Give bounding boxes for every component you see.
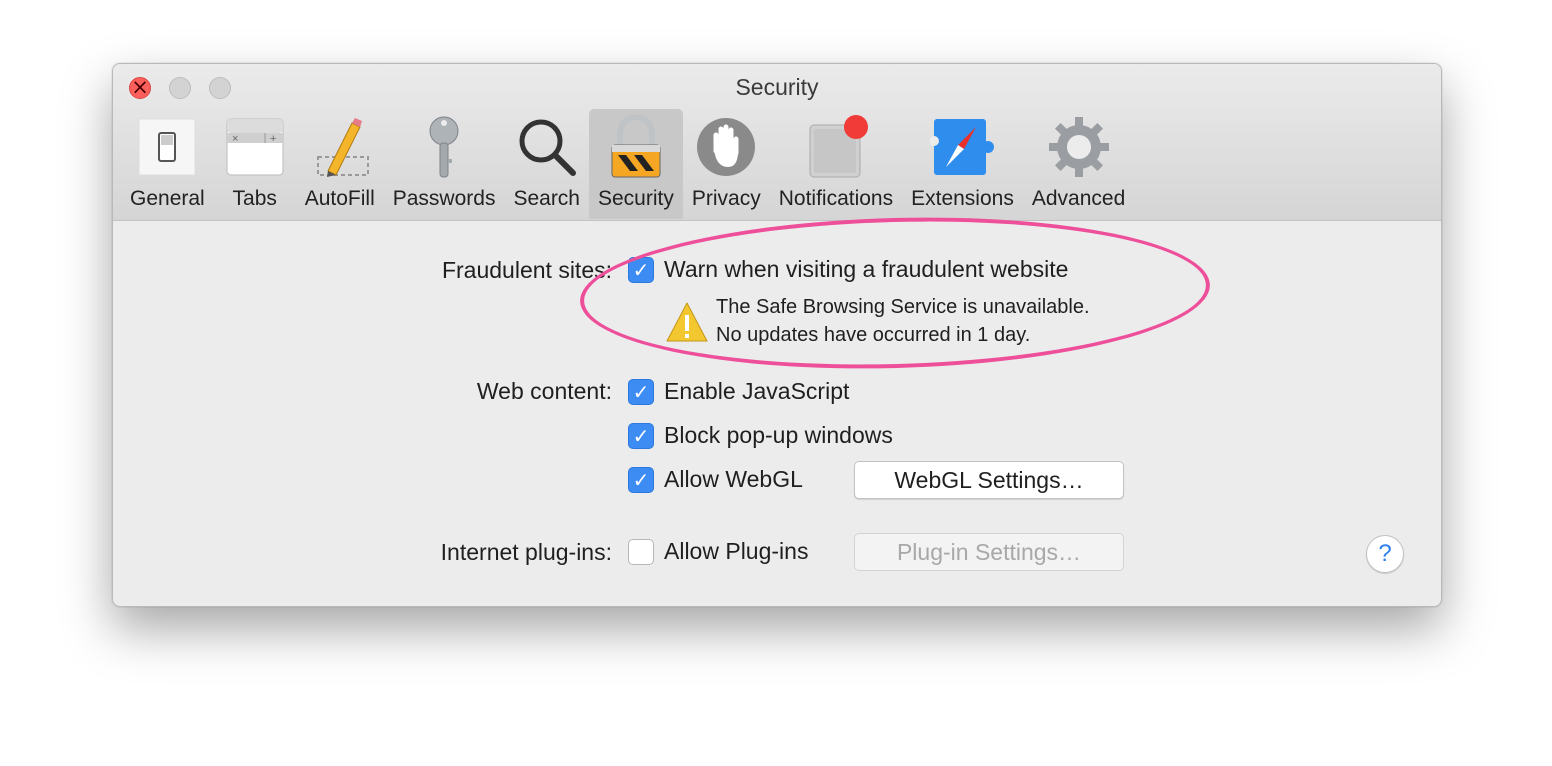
tab-label: Extensions [911, 187, 1014, 210]
tab-search[interactable]: Search [504, 109, 589, 219]
fraudulent-warning-text: Warn when visiting a fraudulent website [664, 256, 1069, 282]
warning-line-1: The Safe Browsing Service is unavailable… [716, 296, 1090, 318]
tab-label: Notifications [778, 187, 894, 210]
tab-label: AutoFill [304, 187, 375, 210]
tab-label: Search [513, 187, 580, 210]
key-icon [412, 115, 476, 179]
notifications-icon [804, 115, 868, 179]
allow-plugins-checkbox[interactable] [628, 538, 654, 565]
tab-label: Privacy [691, 187, 761, 210]
lock-icon [604, 114, 668, 179]
security-preferences-window: Security General ×+ Tabs AutoFill [112, 63, 1442, 607]
svg-text:+: + [270, 133, 276, 145]
allow-plugins-option[interactable]: Allow Plug-ins [628, 538, 808, 565]
tab-security[interactable]: Security [589, 109, 683, 219]
tab-label: General [130, 187, 205, 210]
warning-icon [665, 301, 709, 345]
fraudulent-warning-checkbox[interactable]: ✓ [628, 256, 654, 283]
allow-webgl-checkbox[interactable]: ✓ [628, 466, 654, 493]
enable-javascript-text: Enable JavaScript [664, 378, 850, 404]
help-button[interactable]: ? [1366, 535, 1404, 573]
enable-javascript-checkbox[interactable]: ✓ [628, 378, 654, 405]
tab-autofill[interactable]: AutoFill [296, 109, 384, 219]
fraudulent-warning-option[interactable]: ✓ Warn when visiting a fraudulent websit… [628, 256, 1068, 283]
tab-notifications[interactable]: Notifications [770, 109, 902, 219]
block-popups-checkbox[interactable]: ✓ [628, 422, 654, 449]
internet-plugins-label: Internet plug-ins: [440, 539, 612, 565]
tab-general[interactable]: General [121, 109, 214, 219]
tabs-icon: × + [223, 115, 287, 179]
titlebar: Security General ×+ Tabs AutoFill [113, 64, 1441, 221]
tab-label: Advanced [1031, 187, 1126, 210]
tab-passwords[interactable]: Passwords [384, 109, 505, 219]
tab-label: Security [598, 187, 674, 210]
web-content-label: Web content: [476, 378, 612, 404]
enable-javascript-option[interactable]: ✓ Enable JavaScript [628, 378, 849, 405]
warning-line-2: No updates have occurred in 1 day. [716, 324, 1031, 346]
gear-icon [1047, 115, 1111, 179]
tab-tabs[interactable]: × + Tabs [214, 109, 296, 219]
allow-webgl-text: Allow WebGL [664, 466, 803, 492]
plugin-settings-button: Plug-in Settings… [854, 533, 1124, 571]
hand-icon [694, 115, 758, 179]
block-popups-text: Block pop-up windows [664, 422, 893, 448]
block-popups-option[interactable]: ✓ Block pop-up windows [628, 422, 893, 449]
extensions-icon [929, 115, 995, 179]
allow-webgl-option[interactable]: ✓ Allow WebGL [628, 466, 803, 493]
tab-privacy[interactable]: Privacy [683, 109, 770, 219]
allow-plugins-text: Allow Plug-ins [664, 538, 809, 564]
webgl-settings-button[interactable]: WebGL Settings… [854, 461, 1124, 499]
tab-extensions[interactable]: Extensions [902, 109, 1023, 219]
tab-label: Tabs [232, 187, 277, 210]
preferences-toolbar: General × + Tabs AutoFill Passwords Sear… [121, 109, 1134, 219]
window-title: Security [735, 74, 819, 100]
search-icon [515, 115, 579, 179]
svg-text:×: × [232, 133, 238, 145]
fraudulent-sites-label: Fraudulent sites: [441, 257, 612, 283]
general-switch-icon [135, 115, 199, 179]
tab-advanced[interactable]: Advanced [1023, 109, 1134, 219]
tab-label: Passwords [392, 187, 496, 210]
security-content: Fraudulent sites: ✓ Warn when visiting a… [113, 221, 1441, 606]
pencil-icon [308, 115, 372, 179]
